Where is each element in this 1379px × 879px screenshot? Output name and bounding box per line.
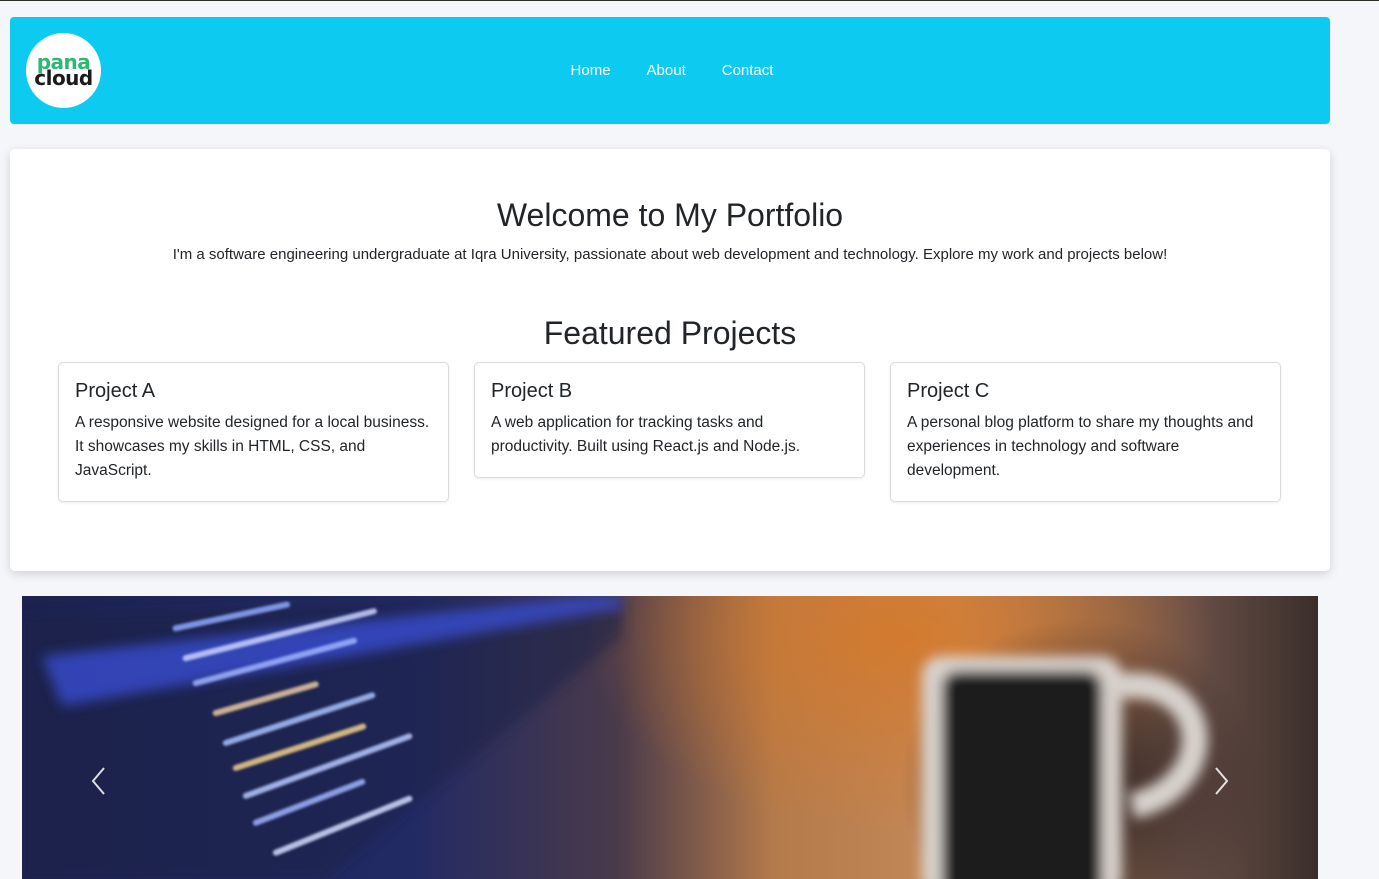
nav-link-contact[interactable]: Contact (718, 62, 774, 79)
project-card-a[interactable]: Project A A responsive website designed … (58, 362, 449, 502)
featured-projects-title: Featured Projects (543, 315, 797, 351)
project-description: A responsive website designed for a loca… (75, 414, 430, 479)
carousel-next-button[interactable] (1211, 766, 1251, 826)
navbar: pana cloud Home About Contact (10, 17, 1330, 124)
chevron-left-icon (91, 767, 105, 795)
project-description: A personal blog platform to share my tho… (907, 414, 1254, 479)
project-title: Project C (907, 380, 990, 402)
welcome-text: I'm a software engineering undergraduate… (172, 246, 1168, 263)
project-card-b[interactable]: Project B A web application for tracking… (474, 362, 865, 478)
nav-link-home[interactable]: Home (567, 62, 611, 79)
nav-links: Home About Contact (10, 17, 1330, 124)
laptop-code-image (22, 596, 1208, 879)
project-card-c[interactable]: Project C A personal blog platform to sh… (890, 362, 1281, 502)
portfolio-section: Welcome to My Portfolio I'm a software e… (10, 149, 1330, 571)
carousel-prev-button[interactable] (89, 766, 129, 826)
project-title: Project B (491, 380, 573, 402)
project-description: A web application for tracking tasks and… (491, 414, 801, 455)
welcome-title: Welcome to My Portfolio (496, 197, 844, 233)
project-title: Project A (75, 380, 156, 402)
image-carousel (22, 596, 1318, 879)
chevron-right-icon (1215, 767, 1229, 795)
nav-link-about[interactable]: About (643, 62, 686, 79)
